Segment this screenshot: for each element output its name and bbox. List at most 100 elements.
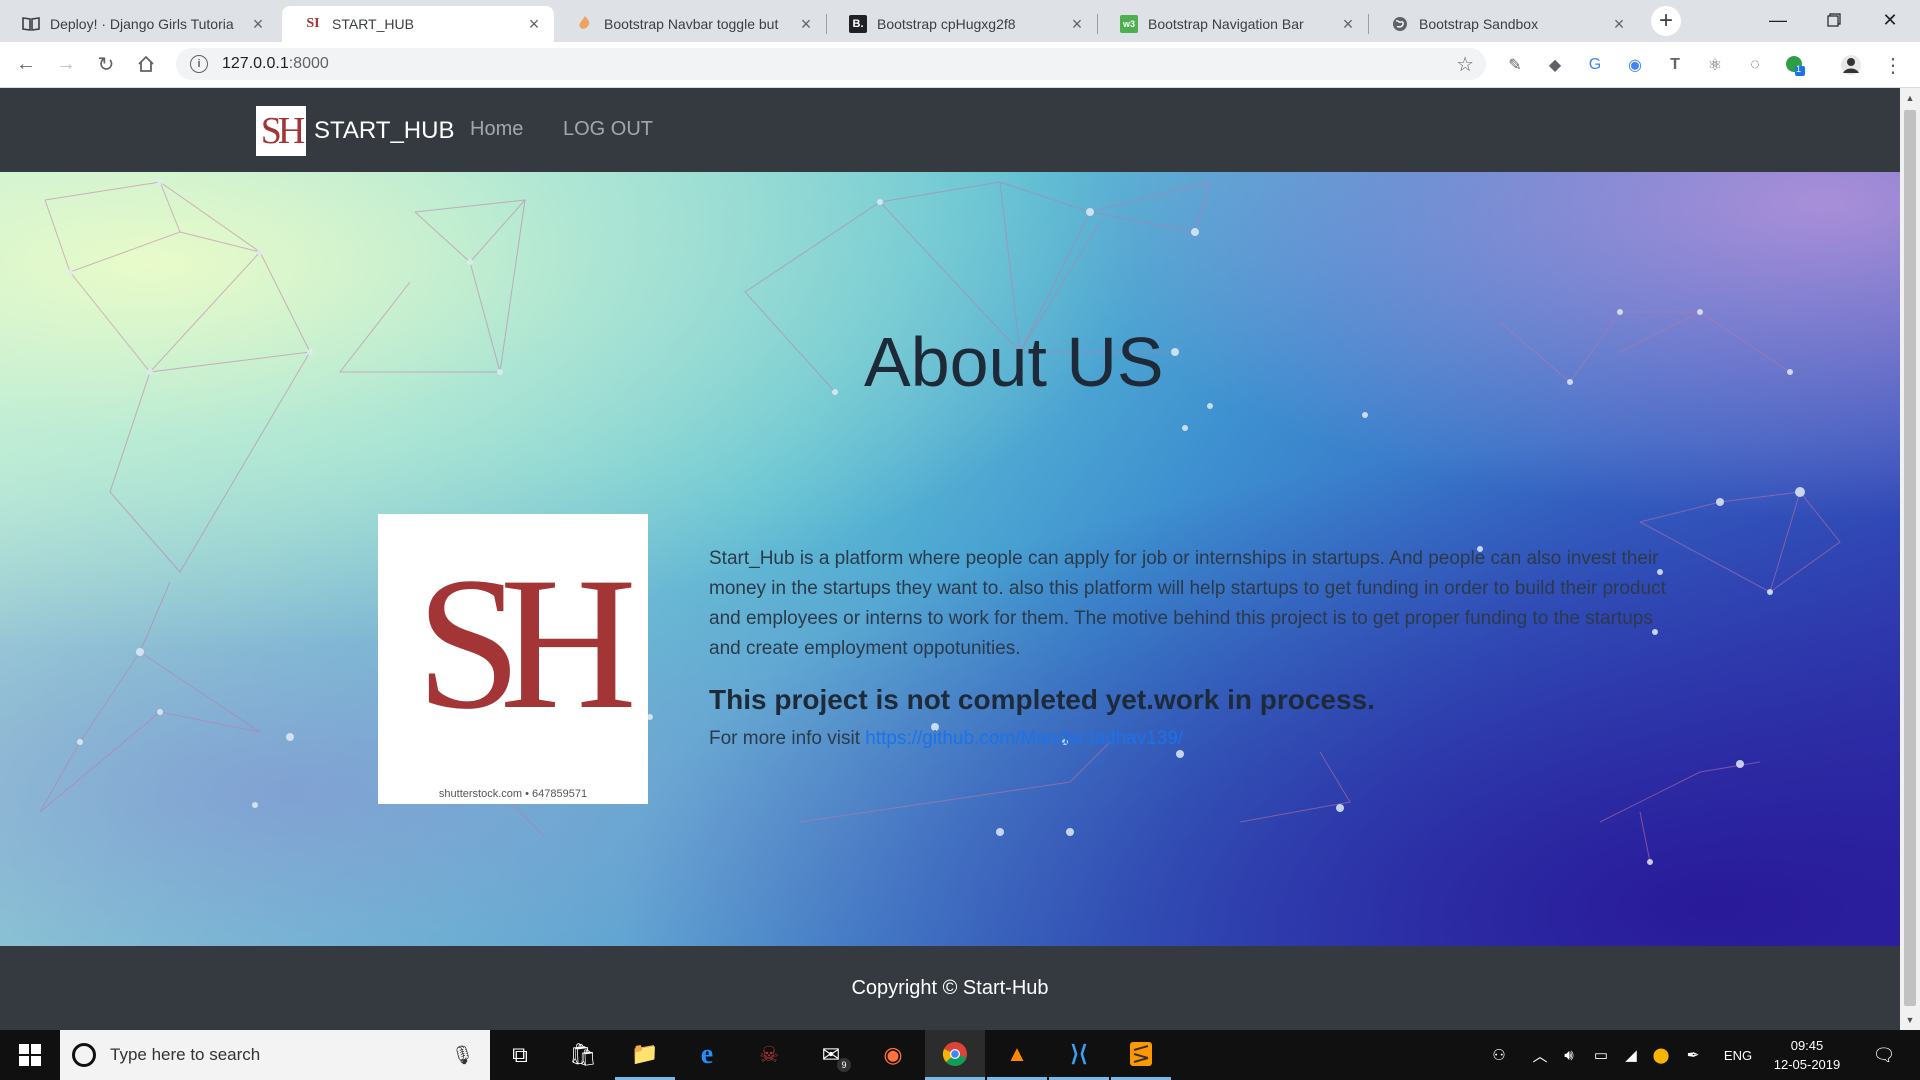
edge-icon[interactable]: e: [677, 1030, 737, 1080]
tab-django-girls[interactable]: Deploy! · Django Girls Tutoria ×: [0, 6, 278, 42]
tab-close-icon[interactable]: ×: [1067, 14, 1087, 34]
github-link[interactable]: https://github.com/MandarJadhav139/: [865, 728, 1183, 749]
url-host: 127.0.0.1: [222, 55, 289, 72]
eyedropper-extension-icon[interactable]: ✎: [1502, 52, 1528, 78]
extension-badge: 1: [1796, 64, 1802, 74]
action-center-icon[interactable]: 🗨: [1864, 1030, 1904, 1080]
page-viewport: SH START_HUB Home LOG OUT About US SH sh…: [0, 88, 1900, 1030]
page-scrollbar[interactable]: ▲ ▼: [1900, 88, 1920, 1030]
vscode-icon[interactable]: ⟩⟨: [1049, 1030, 1109, 1080]
forward-button[interactable]: →: [50, 48, 82, 80]
tab-title: Bootstrap Navigation Bar: [1148, 16, 1304, 32]
tab-navbar-toggle[interactable]: Bootstrap Navbar toggle but ×: [554, 6, 826, 42]
people-icon[interactable]: ⚇: [1484, 1030, 1514, 1080]
tab-start-hub[interactable]: SI START_HUB ×: [282, 6, 554, 42]
eraser-extension-icon[interactable]: ◆: [1542, 52, 1568, 78]
tab-title: Bootstrap cpHugxg2f8: [877, 16, 1016, 32]
site-navbar: SH START_HUB Home LOG OUT: [0, 88, 1900, 172]
green-extension-icon[interactable]: 1: [1782, 52, 1808, 78]
tab-close-icon[interactable]: ×: [796, 14, 816, 34]
nav-logout-link[interactable]: LOG OUT: [563, 118, 653, 141]
clock-date: 12-05-2019: [1773, 1057, 1841, 1072]
cortana-icon: [72, 1043, 96, 1067]
scroll-thumb[interactable]: [1904, 110, 1916, 1006]
w3-icon: w3: [1120, 15, 1138, 33]
norton-icon[interactable]: ⬤: [1648, 1030, 1674, 1080]
scroll-down-arrow[interactable]: ▼: [1900, 1012, 1920, 1028]
footer-copyright: Copyright © Start-Hub: [851, 976, 1049, 999]
navbar-brand[interactable]: SH START_HUB: [256, 106, 454, 156]
tab-title: Deploy! · Django Girls Tutoria: [50, 16, 234, 32]
vlc-icon[interactable]: ▲: [987, 1030, 1047, 1080]
about-logo-image: SH shutterstock.com • 647859571: [378, 514, 648, 804]
file-explorer-icon[interactable]: 📁: [615, 1030, 675, 1080]
more-info-prefix: For more info visit: [709, 728, 866, 749]
spinner-extension-icon[interactable]: ◌: [1742, 52, 1768, 78]
bookmark-star-icon[interactable]: ☆: [1456, 52, 1474, 77]
tab-close-icon[interactable]: ×: [248, 14, 268, 34]
taskbar-search[interactable]: Type here to search 🎙: [60, 1030, 490, 1080]
store-icon[interactable]: 🛍: [553, 1030, 613, 1080]
site-footer: Copyright © Start-Hub: [0, 946, 1900, 1030]
browser-tab-strip: Deploy! · Django Girls Tutoria × SI STAR…: [0, 0, 1920, 42]
about-title: About US: [864, 323, 1164, 401]
url-port: :8000: [288, 55, 329, 72]
tab-bootstrap-navigation[interactable]: w3 Bootstrap Navigation Bar ×: [1098, 6, 1368, 42]
text-extension-icon[interactable]: T: [1662, 52, 1688, 78]
scroll-up-arrow[interactable]: ▲: [1900, 90, 1920, 106]
profile-avatar[interactable]: [1838, 52, 1864, 78]
tab-title: Bootstrap Sandbox: [1419, 16, 1539, 32]
brand-logo: SH: [256, 106, 306, 156]
close-window-button[interactable]: ✕: [1862, 0, 1918, 40]
predator-icon[interactable]: ☠: [739, 1030, 799, 1080]
site-info-icon[interactable]: i: [190, 55, 208, 73]
chrome-icon[interactable]: [925, 1030, 985, 1080]
camera-extension-icon[interactable]: ◉: [1622, 52, 1648, 78]
minimize-button[interactable]: —: [1750, 0, 1806, 40]
task-view-icon[interactable]: ⧉: [490, 1030, 550, 1080]
reload-button[interactable]: ↻: [90, 48, 122, 80]
language-indicator[interactable]: ENG: [1716, 1030, 1760, 1080]
show-hidden-icons-chevron-icon[interactable]: ︿: [1528, 1030, 1552, 1080]
codeply-icon: [576, 15, 594, 33]
tab-title: START_HUB: [332, 16, 414, 32]
new-tab-button[interactable]: +: [1651, 6, 1681, 36]
home-icon: [138, 55, 154, 72]
book-icon: [22, 15, 40, 33]
mail-badge: 9: [837, 1058, 851, 1072]
logo-monogram: SH: [416, 539, 637, 749]
browser-toolbar: ← → ↻ i 127.0.0.1:8000 ☆ ✎ ◆ G ◉ T ⚛ ◌ 1…: [0, 42, 1920, 88]
chrome-menu-icon[interactable]: ⋮: [1880, 52, 1906, 78]
tab-bootply[interactable]: B. Bootstrap cpHugxg2f8 ×: [827, 6, 1097, 42]
address-bar[interactable]: i 127.0.0.1:8000 ☆: [176, 48, 1486, 80]
search-placeholder: Type here to search: [110, 1045, 261, 1064]
tab-title: Bootstrap Navbar toggle but: [604, 16, 779, 32]
nav-home-link[interactable]: Home: [470, 118, 523, 141]
windows-taskbar: Type here to search 🎙 ⧉ 🛍 📁 e ☠ ✉ 9 ◉ ▲ …: [0, 1030, 1920, 1080]
clock-time: 09:45: [1790, 1038, 1824, 1053]
volume-icon[interactable]: 🔊︎: [1556, 1030, 1582, 1080]
home-button[interactable]: [130, 48, 162, 80]
start-button[interactable]: [0, 1030, 60, 1080]
about-section: About US SH shutterstock.com • 647859571…: [0, 172, 1900, 946]
tab-close-icon[interactable]: ×: [524, 14, 544, 34]
tab-close-icon[interactable]: ×: [1338, 14, 1358, 34]
firefox-icon[interactable]: ◉: [863, 1030, 923, 1080]
battery-icon[interactable]: ▭: [1588, 1030, 1614, 1080]
about-description: Start_Hub is a platform where people can…: [709, 548, 1666, 659]
back-button[interactable]: ←: [10, 48, 42, 80]
brand-name: START_HUB: [314, 117, 455, 144]
sh-logo-icon: SI: [304, 15, 322, 33]
react-extension-icon[interactable]: ⚛: [1702, 52, 1728, 78]
translate-extension-icon[interactable]: G: [1582, 52, 1608, 78]
tab-bootstrap-sandbox[interactable]: Bootstrap Sandbox ×: [1369, 6, 1639, 42]
sublime-text-icon[interactable]: [1111, 1030, 1171, 1080]
pen-workspace-icon[interactable]: ✒: [1680, 1030, 1706, 1080]
maximize-button[interactable]: [1806, 0, 1862, 40]
tab-close-icon[interactable]: ×: [1609, 14, 1629, 34]
system-clock[interactable]: 09:45 12-05-2019: [1762, 1036, 1852, 1074]
globe-icon: [1391, 15, 1409, 33]
microphone-icon[interactable]: 🎙: [451, 1045, 474, 1066]
wifi-icon[interactable]: ◢: [1618, 1030, 1644, 1080]
mail-icon[interactable]: ✉ 9: [801, 1030, 861, 1080]
